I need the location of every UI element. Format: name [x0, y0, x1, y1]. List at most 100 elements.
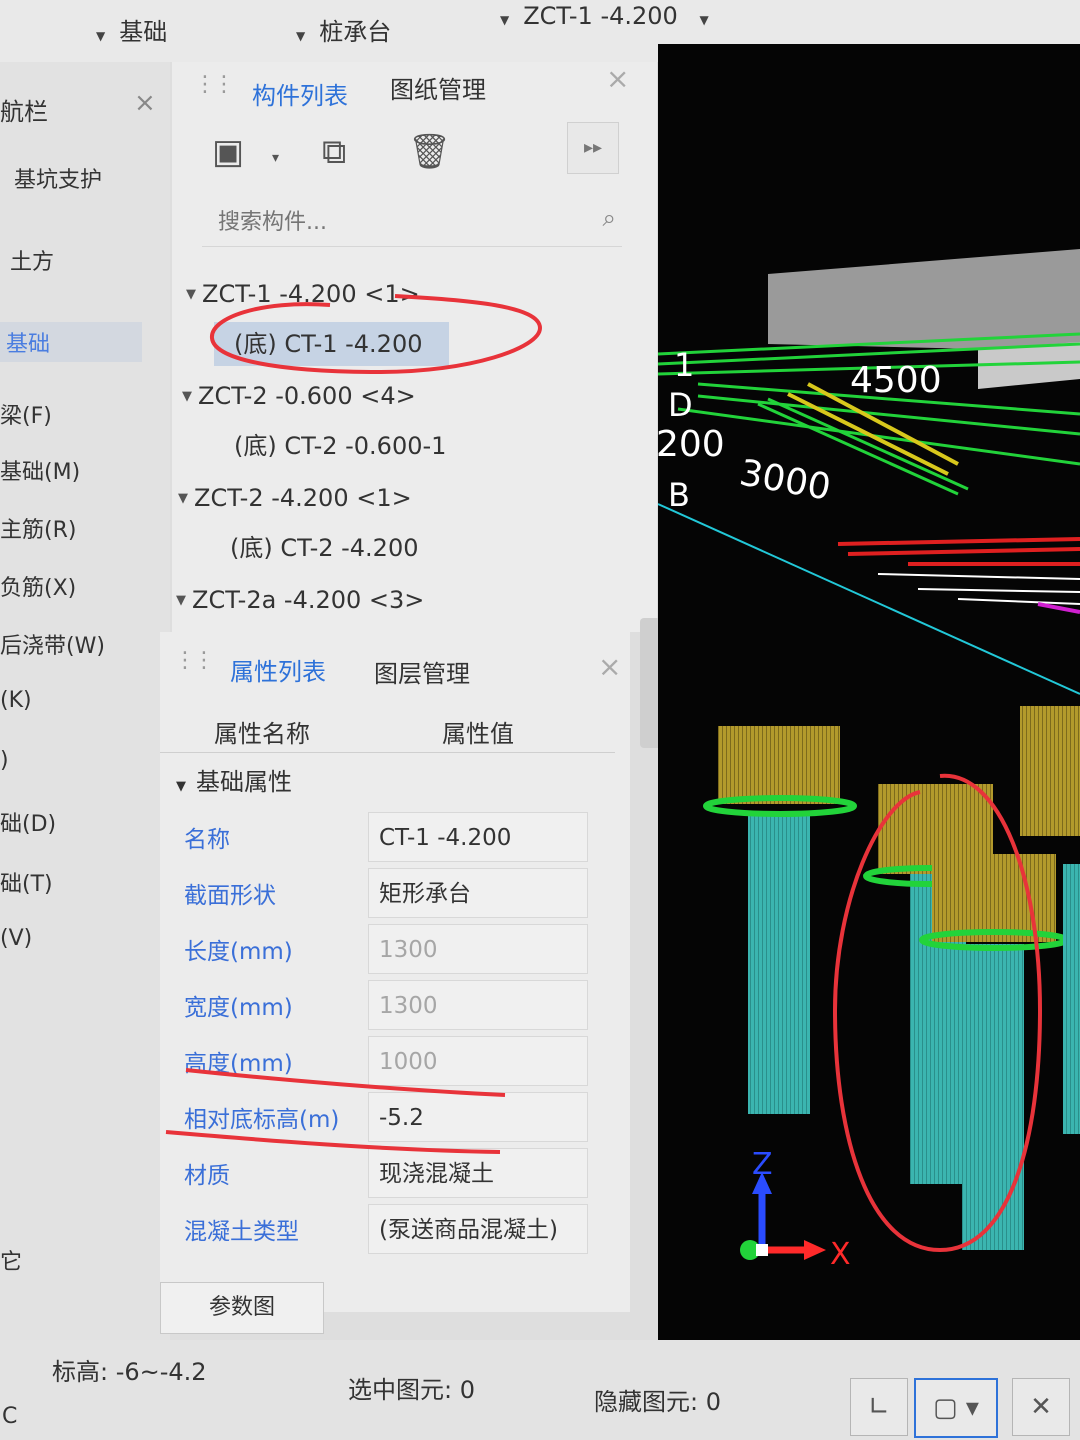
component-tab-row: ⋮⋮ 构件列表 图纸管理 ×	[172, 62, 657, 120]
tab-layer-management[interactable]: 图层管理	[374, 654, 470, 689]
property-name: 截面形状	[184, 883, 276, 909]
close-icon[interactable]: ×	[134, 88, 156, 118]
collapse-triangle-icon[interactable]: ▼	[186, 287, 196, 302]
property-name: 材质	[184, 1163, 230, 1189]
nav-item-d[interactable]: 础(D)	[0, 806, 56, 838]
nav-item-v[interactable]: (V)	[0, 926, 32, 951]
property-value[interactable]: 现浇混凝土	[368, 1148, 588, 1198]
property-value[interactable]: 矩形承台	[368, 868, 588, 918]
property-value[interactable]: -5.2	[368, 1092, 588, 1142]
tree-node[interactable]: (底) CT-2 -4.200	[230, 526, 419, 570]
tree-node[interactable]: ▼ ZCT-2 -4.200 <1>	[178, 476, 412, 520]
property-name: 高度(mm)	[184, 1051, 293, 1077]
collapse-triangle-icon[interactable]: ▼	[182, 389, 192, 404]
property-value[interactable]: 1300	[368, 980, 588, 1030]
grid-label: B	[668, 476, 690, 514]
nav-item-neg-rebar[interactable]: 负筋(X)	[0, 570, 76, 602]
property-name: 长度(mm)	[184, 939, 293, 965]
nav-item-bracket[interactable]: )	[0, 748, 9, 773]
nav-item-main-rebar[interactable]: 主筋(R)	[0, 512, 76, 544]
property-panel: ⋮⋮ 属性列表 图层管理 × 属性名称 属性值 ▼ 基础属性 名称 CT-1 -4…	[160, 632, 630, 1334]
nav-item-post-cast[interactable]: 后浇带(W)	[0, 628, 105, 660]
drag-handle-icon[interactable]: ⋮⋮	[194, 74, 235, 96]
close-icon[interactable]: ×	[606, 62, 629, 95]
nav-item-foundation[interactable]: 基础	[0, 322, 142, 362]
pile-cap	[718, 726, 840, 804]
parameter-diagram-button[interactable]: 参数图	[160, 1282, 324, 1334]
box-select-icon[interactable]: ▢ ▾	[914, 1378, 998, 1438]
tab-component-list[interactable]: 构件列表	[252, 76, 348, 111]
nav-item-foundation-m[interactable]: 基础(M)	[0, 454, 80, 486]
property-row: 宽度(mm) 1300	[176, 980, 601, 1034]
new-component-icon[interactable]: ▣	[212, 132, 244, 172]
tree-node[interactable]: ▼ ZCT-2a -4.200 <3>	[176, 578, 424, 622]
nav-item-k[interactable]: (K)	[0, 688, 32, 713]
tab-drawing-management[interactable]: 图纸管理	[390, 70, 486, 105]
elevation-status: 标高: -6~-4.2	[52, 1358, 207, 1386]
nav-item-earthwork[interactable]: 土方	[10, 244, 54, 276]
property-table-header: 属性名称 属性值	[160, 704, 615, 753]
property-value[interactable]: 1000	[368, 1036, 588, 1086]
component-dropdown[interactable]: ▼ ZCT-1 -4.200 ▼	[500, 2, 723, 30]
property-value[interactable]: (泵送商品混凝土)	[368, 1204, 588, 1254]
property-row: 高度(mm) 1000	[176, 1036, 601, 1090]
property-row: 相对底标高(m) -5.2	[176, 1092, 601, 1146]
corner-label: C	[2, 1404, 18, 1429]
3d-scene: 4500 3000 200 1 D B Z X	[658, 249, 1080, 1272]
dropdown-arrow-icon: ▼	[296, 29, 306, 43]
tree-node-selected[interactable]: (底) CT-1 -4.200	[214, 322, 449, 366]
nav-title: 航栏	[0, 98, 48, 126]
dim-label: 4500	[850, 360, 942, 401]
copy-icon[interactable]: ⧉	[322, 132, 346, 172]
nav-item-beam[interactable]: 梁(F)	[0, 398, 52, 430]
tree-node[interactable]: ▼ ZCT-2 -0.600 <4>	[182, 374, 416, 418]
more-tools-button[interactable]: ▸▸	[567, 122, 619, 174]
rebar-white	[877, 573, 1080, 605]
property-value[interactable]: 1300	[368, 924, 588, 974]
search-icon[interactable]: ⌕	[603, 204, 616, 232]
axis-z-label: Z	[752, 1147, 773, 1182]
property-name: 相对底标高(m)	[184, 1107, 340, 1133]
selected-count-status: 选中图元: 0	[348, 1376, 475, 1404]
pile	[1063, 864, 1080, 1134]
cyan-line	[658, 503, 1080, 695]
component-list-panel: ⋮⋮ 构件列表 图纸管理 × ▣ ▾ ⧉ 🗑 ▸▸ ⌕ ▼ZCT-1 -4.20…	[172, 62, 657, 632]
chevron-down-icon[interactable]: ▾	[272, 150, 279, 166]
tree-node[interactable]: (底) CT-2 -0.600-1	[234, 424, 446, 468]
dropdown-arrow-icon: ▼	[96, 29, 106, 43]
ortho-select-icon[interactable]: ∟	[850, 1378, 908, 1436]
nav-item-other[interactable]: 它	[0, 1244, 22, 1276]
pile-cap	[1020, 706, 1080, 836]
pile-cap	[932, 854, 1056, 942]
3d-viewport[interactable]: 4500 3000 200 1 D B Z X	[658, 44, 1080, 1364]
axis-x-label: X	[830, 1237, 851, 1272]
status-bar: 标高: -6~-4.2 选中图元: 0 隐藏图元: 0 C ∟ ▢ ▾ ✕	[0, 1340, 1080, 1440]
property-value[interactable]: CT-1 -4.200	[368, 812, 588, 862]
property-row: 名称 CT-1 -4.200	[176, 812, 601, 866]
property-group-foundation[interactable]: ▼ 基础属性	[176, 762, 292, 797]
property-name: 名称	[184, 827, 230, 853]
property-row: 截面形状 矩形承台	[176, 868, 601, 922]
delete-icon[interactable]: 🗑	[408, 132, 451, 172]
component-search: ⌕	[202, 198, 622, 247]
collapse-triangle-icon[interactable]: ▼	[176, 593, 186, 608]
axis-gizmo: Z X	[740, 1147, 851, 1272]
navigation-panel: 航栏 × 基坑支护 土方 基础 梁(F) 基础(M) 主筋(R) 负筋(X) 后…	[0, 62, 170, 1352]
nav-item-foundation-pit[interactable]: 基坑支护	[14, 162, 102, 194]
close-icon[interactable]: ×	[598, 650, 621, 683]
dropdown-arrow-icon: ▼	[699, 13, 709, 27]
floor-type-dropdown[interactable]: ▼ 基础	[96, 12, 167, 47]
tree-node[interactable]: ▼ ZCT-1 -4.200 <1>	[186, 272, 420, 316]
rebar-magenta	[1037, 602, 1080, 614]
drag-handle-icon[interactable]: ⋮⋮	[174, 650, 215, 672]
nav-item-t[interactable]: 础(T)	[0, 866, 53, 898]
search-input[interactable]	[216, 204, 560, 240]
component-type-dropdown[interactable]: ▼ 桩承台	[296, 12, 391, 47]
cap-rebar-ring	[703, 795, 857, 817]
collapse-triangle-icon[interactable]: ▼	[176, 779, 186, 794]
tab-property-list[interactable]: 属性列表	[230, 652, 326, 687]
property-name: 混凝土类型	[184, 1219, 299, 1245]
column-header-value: 属性值	[442, 720, 514, 748]
collapse-triangle-icon[interactable]: ▼	[178, 491, 188, 506]
cross-select-icon[interactable]: ✕	[1012, 1378, 1070, 1436]
